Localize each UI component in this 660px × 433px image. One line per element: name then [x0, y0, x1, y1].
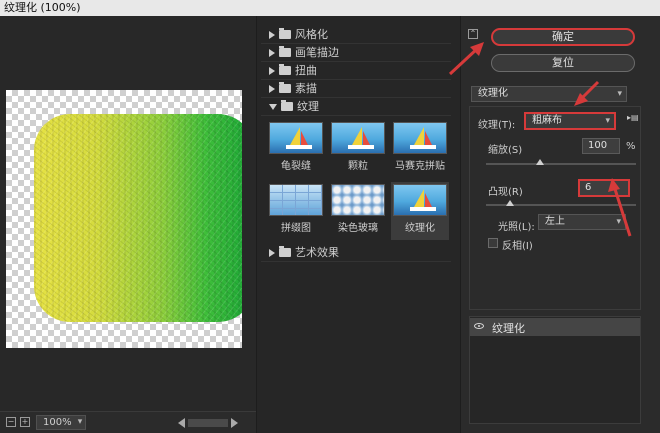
folder-icon [279, 28, 291, 39]
eye-icon[interactable] [474, 323, 484, 329]
disclosure-triangle-icon [269, 30, 275, 39]
texture-thumbnails: 龟裂缝 颗粒 马赛克拼贴 拼缀图 染色玻璃 纹理化 [261, 116, 451, 244]
relief-label: 凸现(R) [488, 187, 523, 198]
disclosure-triangle-icon [269, 248, 275, 257]
invert-checkbox[interactable] [488, 238, 498, 248]
disclosure-triangle-icon [269, 103, 277, 110]
slider-knob[interactable] [506, 200, 514, 206]
filter-options-panel: ⌃ 确定 复位 纹理化 ▾ 纹理(T): 粗麻布 ▾ 缩放(S) 100 % 凸… [460, 16, 660, 433]
chevron-down-icon: ▾ [605, 116, 610, 126]
zoom-out-icon[interactable]: − [6, 417, 16, 427]
category-artistic[interactable]: 艺术效果 [261, 244, 451, 262]
chevron-down-icon: ▾ [616, 217, 621, 227]
effect-layer-row[interactable]: 纹理化 [470, 318, 640, 336]
scaling-label: 缩放(S) [488, 145, 523, 156]
filter-thumb-stained-glass[interactable]: 染色玻璃 [329, 182, 387, 240]
thumbnail-image [331, 122, 385, 154]
light-label: 光照(L): [498, 222, 535, 233]
category-brush-strokes[interactable]: 画笔描边 [261, 44, 451, 62]
filter-select[interactable]: 纹理化 ▾ [471, 86, 627, 102]
chevron-down-icon: ▾ [617, 89, 622, 99]
zoom-in-icon[interactable]: + [20, 417, 30, 427]
folder-icon [279, 82, 291, 93]
thumbnail-image [393, 122, 447, 154]
reset-button[interactable]: 复位 [491, 54, 635, 72]
collapse-gallery-icon[interactable]: ⌃ [468, 29, 478, 39]
panel-menu-icon[interactable]: ▸▤ [627, 113, 639, 122]
filter-gallery: 风格化 画笔描边 扭曲 素描 纹理 龟裂缝 颗粒 马赛克拼贴 拼缀图 染色玻璃 … [256, 16, 460, 433]
folder-icon [279, 246, 291, 257]
filter-thumb-texturizer[interactable]: 纹理化 [391, 182, 449, 240]
filter-select-value: 纹理化 [478, 88, 508, 99]
disclosure-triangle-icon [269, 48, 275, 57]
preview-pane: − + 100% ▾ [0, 16, 256, 433]
effect-layer-name: 纹理化 [492, 322, 525, 335]
scaling-slider[interactable] [486, 159, 636, 165]
preview-footer: − + 100% ▾ [0, 411, 256, 433]
category-distort[interactable]: 扭曲 [261, 62, 451, 80]
thumbnail-image [393, 184, 447, 216]
filter-thumb-grain[interactable]: 颗粒 [329, 120, 387, 178]
disclosure-triangle-icon [269, 84, 275, 93]
light-select[interactable]: 左上 ▾ [538, 214, 626, 230]
thumbnail-image [331, 184, 385, 216]
horizontal-scrollbar[interactable] [178, 418, 238, 428]
filter-thumb-patchwork[interactable]: 拼缀图 [267, 182, 325, 240]
category-texture[interactable]: 纹理 [261, 98, 451, 116]
scaling-input[interactable]: 100 [582, 138, 620, 154]
chevron-down-icon[interactable]: ▾ [74, 415, 86, 430]
texture-value: 粗麻布 [532, 115, 562, 126]
texture-label: 纹理(T): [478, 120, 516, 131]
folder-icon [279, 46, 291, 57]
textured-gradient-shape [34, 114, 242, 322]
relief-input[interactable]: 6 [578, 179, 630, 197]
scroll-track[interactable] [188, 419, 228, 427]
category-stylize[interactable]: 风格化 [261, 26, 451, 44]
relief-slider[interactable] [486, 200, 636, 206]
window-title: 纹理化 (100%) [0, 0, 660, 16]
transparent-canvas [6, 90, 242, 348]
disclosure-triangle-icon [269, 66, 275, 75]
folder-icon [281, 100, 293, 111]
category-sketch[interactable]: 素描 [261, 80, 451, 98]
texture-select[interactable]: 粗麻布 ▾ [524, 112, 616, 130]
slider-knob[interactable] [536, 159, 544, 165]
effect-layers-list: 纹理化 [469, 316, 641, 424]
folder-icon [279, 64, 291, 75]
thumbnail-image [269, 122, 323, 154]
texturizer-settings: 纹理(T): 粗麻布 ▾ 缩放(S) 100 % 凸现(R) 6 光照(L): … [469, 106, 641, 310]
scroll-right-icon[interactable] [231, 418, 238, 428]
light-value: 左上 [545, 216, 565, 227]
filter-thumb-mosaic-tiles[interactable]: 马赛克拼贴 [391, 120, 449, 178]
thumbnail-image [269, 184, 323, 216]
ok-button[interactable]: 确定 [491, 28, 635, 46]
invert-label: 反相(I) [502, 241, 533, 252]
scroll-left-icon[interactable] [178, 418, 185, 428]
scaling-unit: % [626, 141, 636, 152]
filter-thumb-craquelure[interactable]: 龟裂缝 [267, 120, 325, 178]
